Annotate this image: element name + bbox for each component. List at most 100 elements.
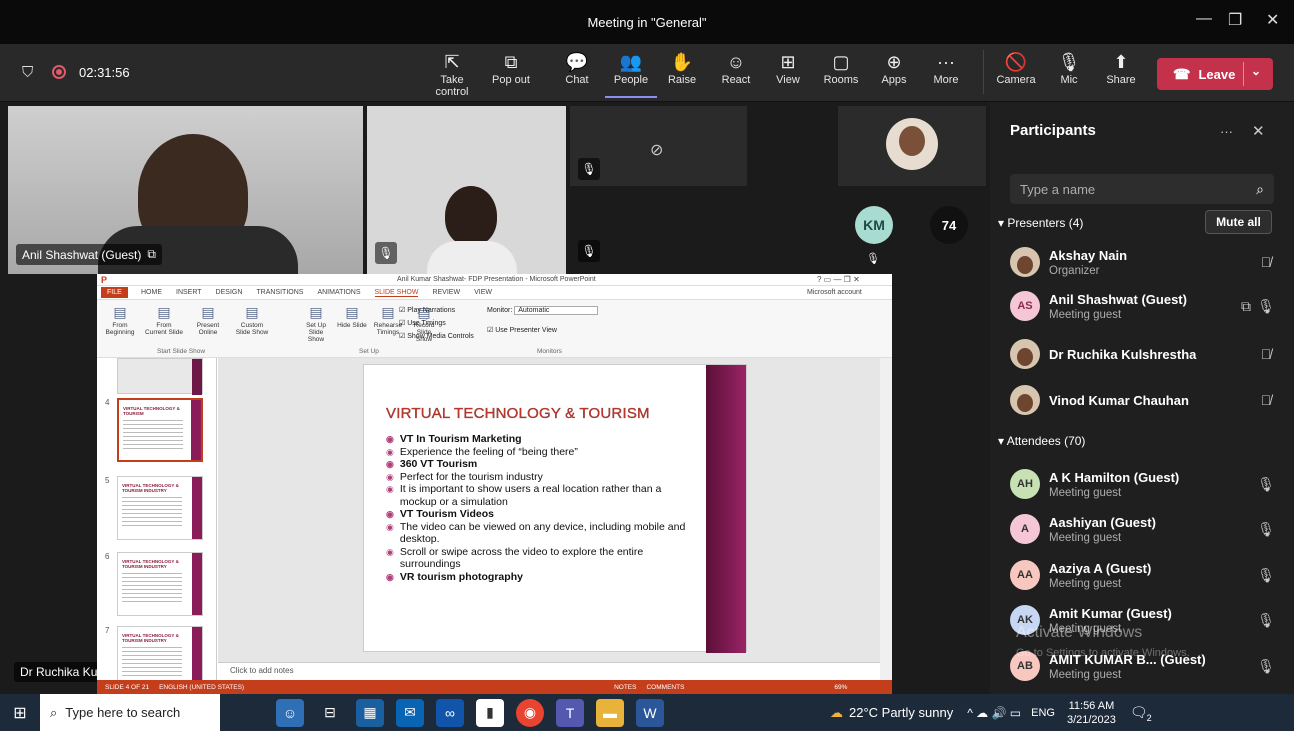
participant-row[interactable]: AH A K Hamilton (Guest) Meeting guest 🎙 [1010,462,1276,506]
slideshow-icon: ▤ [245,304,259,320]
view-button[interactable]: ⊞ View [762,50,814,86]
share-button[interactable]: ⬆ Share [1095,50,1147,86]
mic-on-icon[interactable]: 🎙 [1256,298,1276,315]
camera-button[interactable]: 🚫 Camera [990,50,1042,86]
maximize-icon[interactable]: ❐ [1228,10,1242,30]
close-panel-icon[interactable]: ✕ [1252,122,1265,140]
minimize-icon[interactable]: — [1196,10,1212,28]
slide-thumbnails: 4 VIRTUAL TECHNOLOGY & TOURISM 5 VIRTUAL TE… [97,358,217,690]
video-tile-vinod[interactable] [838,106,986,186]
checkbox-use-timings[interactable]: ☑ Use Timings [399,317,474,330]
more-button[interactable]: ··· More [920,50,972,86]
clock[interactable]: 11:56 AM 3/21/2023 [1067,699,1116,727]
ribbon-button[interactable]: ▤ From Beginning [101,304,139,343]
mic-muted-icon[interactable]: 🎙 [1256,476,1276,493]
mic-muted-icon[interactable]: 🎙̸ [1256,254,1276,270]
avatar: A [1010,514,1040,544]
mic-muted-icon[interactable]: 🎙 [1256,567,1276,584]
ribbon-button[interactable]: ▤ Custom Slide Show [233,304,271,343]
overflow-count[interactable]: 74 [930,206,968,244]
people-button[interactable]: 👥 People [605,50,657,98]
monitor-select[interactable]: Monitor: Automatic [487,306,599,315]
raise-button[interactable]: ✋ Raise [656,50,708,86]
mail-icon[interactable]: ✉ [396,698,424,727]
participant-row[interactable]: A Aashiyan (Guest) Meeting guest 🎙 [1010,507,1276,551]
mic-muted-icon[interactable]: 🎙̸ [1256,346,1276,362]
mic-muted-icon[interactable]: 🎙 [1256,612,1276,629]
ribbon-button[interactable]: ▤ Set Up Slide Show [301,304,331,343]
chevron-down-icon[interactable]: ⌄ [1251,64,1261,78]
ppt-tab[interactable]: INSERT [176,289,202,297]
slide-thumb-3[interactable] [117,358,203,395]
attendees-header[interactable]: ▾ Attendees (70) [998,434,1085,448]
pop-out-button[interactable]: ⧉ Pop out [485,50,537,86]
ppt-tab[interactable]: ANIMATIONS [317,289,360,297]
notification-icon[interactable]: 🗨 2 [1130,704,1152,723]
ppt-tab[interactable]: VIEW [474,289,492,297]
store-icon[interactable]: ▦ [356,698,384,727]
chat-button[interactable]: 💬 Chat [551,50,603,86]
mute-all-button[interactable]: Mute all [1205,210,1272,234]
screen-share-powerpoint[interactable]: P Anil Kumar Shashwat- FDP Presentation … [97,274,892,694]
people-app-icon[interactable]: ☺ [276,698,304,727]
slide-thumb[interactable]: VIRTUAL TECHNOLOGY & TOURISM [117,398,203,462]
participant-row[interactable]: AA Aaziya A (Guest) Meeting guest 🎙 [1010,553,1276,597]
apps-button[interactable]: ⊕ Apps [868,50,920,86]
file-explorer-icon[interactable]: ▬ [596,698,624,727]
slideshow-icon: ▤ [201,304,215,320]
ppt-tab[interactable]: DESIGN [216,289,243,297]
tab-file[interactable]: FILE [101,287,128,298]
record-icon [52,65,66,79]
task-view-icon[interactable]: ⊟ [316,699,344,727]
presenters-header[interactable]: ▾ Presenters (4) [998,216,1083,230]
video-tile-camera-off[interactable]: ⊘ 🎙 [570,106,747,186]
mic-button[interactable]: 🎙 Mic [1043,50,1095,86]
close-icon[interactable]: ✕ [1266,10,1279,30]
ppt-tab[interactable]: REVIEW [432,289,460,297]
more-options-icon[interactable]: ··· [1220,124,1233,139]
system-tray-icons[interactable]: ^ ☁ 🔊 ▭ [967,706,1021,720]
react-button[interactable]: ☺ React [710,50,762,86]
vertical-scrollbar[interactable] [880,358,892,680]
ribbon-button[interactable]: ▤ Present Online [189,304,227,343]
participant-row[interactable]: Akshay Nain Organizer 🎙̸ [1010,240,1276,284]
video-tile-ruchika[interactable]: 🎙 [367,106,566,274]
leave-button[interactable]: ☎ Leave ⌄ [1157,58,1273,90]
mic-muted-icon[interactable]: 🎙 [1256,521,1276,538]
avatar-km[interactable]: KM [855,206,893,244]
slide-canvas[interactable]: VIRTUAL TECHNOLOGY & TOURISM ◉ VT In Tour… [218,358,880,662]
slide-bullet: ◉ VT Tourism Videos [386,508,494,520]
checkbox-play-narrations[interactable]: ☑ Play Narrations [399,304,474,317]
ppt-statusbar: SLIDE 4 OF 21 ENGLISH (UNITED STATES) NO… [97,680,892,694]
notes-pane[interactable]: Click to add notes [218,662,880,680]
search-name-input[interactable]: Type a name ⌕ [1010,174,1274,204]
slide-thumb[interactable]: VIRTUAL TECHNOLOGY & TOURISM INDUSTRY [117,476,203,540]
ribbon-button[interactable]: ▤ Hide Slide [337,304,367,343]
rooms-button[interactable]: ▢ Rooms [815,50,867,86]
ppt-tab[interactable]: HOME [141,289,162,297]
mic-muted-icon[interactable]: 🎙̸ [1256,392,1276,408]
ppt-tab[interactable]: TRANSITIONS [256,289,303,297]
take-control-button[interactable]: ⇱ Take control [423,50,481,98]
windows-start-icon[interactable]: ⊞ [0,703,40,723]
word-icon[interactable]: W [636,698,664,727]
checkbox-presenter-view[interactable]: ☑ Use Presenter View [487,326,557,334]
avatar [1010,385,1040,415]
mic-muted-icon[interactable]: 🎙 [1256,658,1276,675]
video-tile-anil[interactable]: Anil Shashwat (Guest) ⧉ [8,106,363,274]
ppt-tab[interactable]: SLIDE SHOW [374,289,419,297]
chrome-icon[interactable]: ◉ [516,698,544,727]
taskbar-search[interactable]: ⌕ Type here to search [40,694,220,731]
slide-thumb[interactable]: VIRTUAL TECHNOLOGY & TOURISM INDUSTRY [117,552,203,616]
file-icon[interactable]: ▮ [476,698,504,727]
checkbox-media-controls[interactable]: ☑ Show Media Controls [399,330,474,343]
participant-row[interactable]: AS Anil Shashwat (Guest) Meeting guest ⧉ 🎙 [1010,284,1276,328]
teams-icon[interactable]: T [556,698,584,727]
participant-row[interactable]: Vinod Kumar Chauhan 🎙̸ [1010,378,1276,422]
current-slide[interactable]: VIRTUAL TECHNOLOGY & TOURISM ◉ VT In Tour… [363,364,747,653]
participant-row[interactable]: Dr Ruchika Kulshrestha 🎙̸ [1010,332,1276,376]
mic-off-icon: 🎙 [1057,52,1081,72]
ribbon-button[interactable]: ▤ From Current Slide [145,304,183,343]
weather-widget[interactable]: ☁ 22°C Partly sunny [830,705,953,721]
app-icon[interactable]: ∞ [436,698,464,727]
